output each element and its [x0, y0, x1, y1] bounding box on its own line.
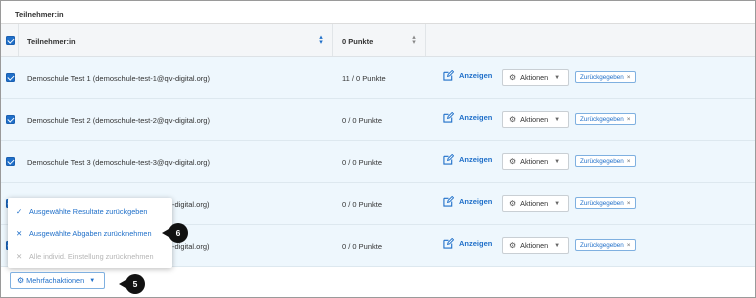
status-badge: Zurückgegeben × — [575, 155, 636, 167]
row-checkbox[interactable] — [6, 115, 15, 124]
gear-icon: ⚙ — [509, 73, 517, 82]
menu-item-reset-individual-settings: ✕ Alle individ. Einstellung zurücknehmen — [16, 252, 154, 261]
edit-icon — [443, 196, 454, 207]
chevron-down-icon: ▼ — [554, 74, 561, 81]
column-separator — [425, 24, 426, 56]
close-icon[interactable]: × — [627, 74, 631, 81]
row-checkbox[interactable] — [6, 73, 15, 82]
column-separator — [18, 24, 19, 56]
close-icon: ✕ — [16, 229, 23, 238]
row-checkbox[interactable] — [6, 157, 15, 166]
edit-icon — [443, 238, 454, 249]
edit-icon — [443, 112, 454, 123]
section-title: Teilnehmer:in — [15, 10, 64, 19]
check-icon: ✓ — [16, 207, 23, 216]
column-header-points[interactable]: 0 Punkte — [342, 37, 373, 46]
select-all-checkbox[interactable] — [6, 36, 15, 45]
callout-badge: 5 — [119, 274, 145, 294]
view-label: Anzeigen — [459, 197, 493, 206]
status-badge: Zurückgegeben × — [575, 239, 636, 251]
chevron-down-icon: ▼ — [554, 158, 561, 165]
view-label: Anzeigen — [459, 71, 493, 80]
actions-label: Aktionen — [520, 241, 549, 250]
actions-dropdown[interactable]: ⚙ Aktionen ▼ — [502, 69, 569, 86]
actions-label: Aktionen — [520, 157, 549, 166]
gear-icon: ⚙ — [17, 276, 25, 285]
menu-item-return-results[interactable]: ✓ Ausgewählte Resultate zurückgeben — [16, 207, 147, 216]
status-label: Zurückgegeben — [580, 157, 624, 165]
close-icon[interactable]: × — [627, 200, 631, 207]
status-badge: Zurückgegeben × — [575, 71, 636, 83]
menu-item-label: Alle individ. Einstellung zurücknehmen — [29, 252, 154, 261]
points-value: 0 / 0 Punkte — [342, 158, 383, 167]
actions-label: Aktionen — [520, 115, 549, 124]
participant-name: Demoschule Test 1 (demoschule-test-1@qv-… — [27, 74, 210, 83]
callout-badge: 6 — [162, 223, 188, 243]
actions-dropdown[interactable]: ⚙ Aktionen ▼ — [502, 153, 569, 170]
points-value: 0 / 0 Punkte — [342, 116, 383, 125]
sort-icon[interactable]: ▴ ▾ — [411, 34, 417, 46]
close-icon: ✕ — [16, 252, 23, 261]
close-icon[interactable]: × — [627, 242, 631, 249]
chevron-down-icon: ▼ — [554, 242, 561, 249]
gear-icon: ⚙ — [509, 157, 517, 166]
participants-panel: Teilnehmer:in Teilnehmer:in ▴ ▾ 0 Punkte … — [0, 0, 756, 298]
gear-icon: ⚙ — [509, 241, 517, 250]
edit-icon — [443, 154, 454, 165]
table-row: Demoschule Test 2 (demoschule-test-2@qv-… — [1, 99, 755, 141]
gear-icon: ⚙ — [509, 199, 517, 208]
actions-dropdown[interactable]: ⚙ Aktionen ▼ — [502, 237, 569, 254]
chevron-down-icon: ▼ — [554, 116, 561, 123]
column-separator — [332, 24, 333, 56]
points-value: 0 / 0 Punkte — [342, 242, 383, 251]
view-link[interactable]: Anzeigen — [443, 238, 492, 249]
column-header-participant[interactable]: Teilnehmer:in — [27, 37, 76, 46]
edit-icon — [443, 70, 454, 81]
close-icon[interactable]: × — [627, 116, 631, 123]
actions-dropdown[interactable]: ⚙ Aktionen ▼ — [502, 195, 569, 212]
actions-label: Aktionen — [520, 199, 549, 208]
close-icon[interactable]: × — [627, 158, 631, 165]
view-label: Anzeigen — [459, 155, 493, 164]
status-badge: Zurückgegeben × — [575, 113, 636, 125]
table-header: Teilnehmer:in ▴ ▾ 0 Punkte ▴ ▾ — [1, 24, 755, 57]
bulk-actions-button[interactable]: ⚙ Mehrfachaktionen ▼ — [10, 272, 105, 289]
status-badge: Zurückgegeben × — [575, 197, 636, 209]
view-link[interactable]: Anzeigen — [443, 112, 492, 123]
view-label: Anzeigen — [459, 239, 493, 248]
actions-dropdown[interactable]: ⚙ Aktionen ▼ — [502, 111, 569, 128]
status-label: Zurückgegeben — [580, 241, 624, 249]
participant-name: Demoschule Test 3 (demoschule-test-3@qv-… — [27, 158, 210, 167]
chevron-down-icon: ▼ — [89, 277, 96, 284]
actions-label: Aktionen — [520, 73, 549, 82]
menu-item-label: Ausgewählte Abgaben zurücknehmen — [29, 229, 152, 238]
status-label: Zurückgegeben — [580, 73, 624, 81]
status-label: Zurückgegeben — [580, 199, 624, 207]
bulk-actions-label: Mehrfachaktionen — [26, 276, 85, 285]
points-value: 11 / 0 Punkte — [342, 74, 386, 83]
view-link[interactable]: Anzeigen — [443, 196, 492, 207]
menu-item-withdraw-submissions[interactable]: ✕ Ausgewählte Abgaben zurücknehmen — [16, 229, 152, 238]
view-label: Anzeigen — [459, 113, 493, 122]
chevron-down-icon: ▼ — [554, 200, 561, 207]
view-link[interactable]: Anzeigen — [443, 70, 492, 81]
table-row: Demoschule Test 3 (demoschule-test-3@qv-… — [1, 141, 755, 183]
sort-icon[interactable]: ▴ ▾ — [318, 34, 324, 46]
points-value: 0 / 0 Punkte — [342, 200, 383, 209]
participant-name: -digital.org) — [172, 200, 210, 209]
table-row: Demoschule Test 1 (demoschule-test-1@qv-… — [1, 57, 755, 99]
status-label: Zurückgegeben — [580, 115, 624, 123]
participant-name: -digital.org) — [172, 242, 210, 251]
bulk-actions-menu: ✓ Ausgewählte Resultate zurückgeben ✕ Au… — [8, 198, 172, 268]
gear-icon: ⚙ — [509, 115, 517, 124]
participant-name: Demoschule Test 2 (demoschule-test-2@qv-… — [27, 116, 210, 125]
menu-item-label: Ausgewählte Resultate zurückgeben — [29, 207, 148, 216]
view-link[interactable]: Anzeigen — [443, 154, 492, 165]
